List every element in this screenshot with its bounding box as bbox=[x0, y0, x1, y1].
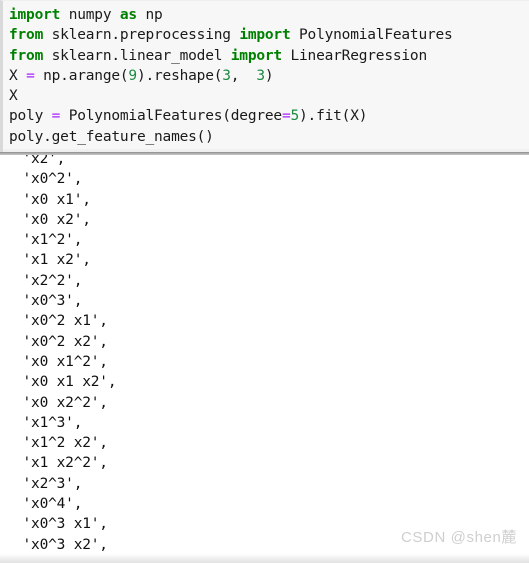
code-token: ) bbox=[264, 67, 274, 84]
code-token-num: 3 bbox=[222, 67, 231, 84]
output-line: 'x0 x1^2', bbox=[14, 353, 109, 370]
output-line: 'x0^2 x1', bbox=[14, 313, 109, 330]
output-line-list: 'x2', 'x0^2', 'x0 x1', 'x0 x2', 'x1^2', … bbox=[0, 155, 529, 555]
code-token-kw: import bbox=[230, 47, 282, 64]
code-line: poly.get_feature_names() bbox=[9, 127, 529, 147]
code-token: , bbox=[230, 67, 248, 84]
code-token-kw: as bbox=[119, 7, 137, 23]
code-token: PolynomialFeatures(degree bbox=[60, 108, 282, 125]
output-line: 'x1^3', bbox=[14, 414, 83, 431]
code-line-list: import numpy as np from sklearn.preproces… bbox=[3, 1, 529, 147]
output-line: 'x0 x2^2', bbox=[14, 394, 109, 411]
code-line: from sklearn.preprocessing import Polyno… bbox=[9, 25, 529, 45]
output-line: 'x1 x2', bbox=[14, 252, 91, 269]
output-line: 'x0^2', bbox=[14, 171, 83, 188]
code-token: X bbox=[9, 88, 18, 105]
code-token: ).fit(X) bbox=[299, 108, 368, 125]
code-token-kw: from bbox=[9, 27, 44, 44]
output-line: 'x0 x1 x2', bbox=[14, 374, 117, 391]
code-line: import numpy as np bbox=[9, 5, 529, 25]
output-line: 'x2^2', bbox=[14, 272, 83, 289]
code-token-op: = bbox=[26, 67, 35, 84]
code-token-op: = bbox=[281, 108, 291, 125]
code-line: poly = PolynomialFeatures(degree=5).fit(… bbox=[9, 106, 529, 126]
output-line: 'x2', bbox=[14, 155, 66, 167]
output-line: 'x1^2 x2', bbox=[14, 435, 109, 452]
code-token: sklearn.preprocessing bbox=[43, 27, 240, 44]
watermark: CSDN @shen麓 bbox=[400, 529, 517, 546]
code-token: LinearRegression bbox=[281, 47, 427, 64]
code-token-kw: import bbox=[239, 27, 291, 44]
code-token: np.arange( bbox=[34, 67, 129, 84]
output-line: 'x2^3', bbox=[14, 475, 83, 492]
code-token: np bbox=[136, 7, 163, 23]
output-line: 'x0^3', bbox=[14, 293, 83, 310]
code-token-num: 9 bbox=[128, 67, 137, 84]
code-token: sklearn.linear_model bbox=[43, 47, 231, 64]
code-token: PolynomialFeatures bbox=[290, 27, 453, 44]
code-token-num: 3 bbox=[247, 67, 265, 84]
code-token: poly bbox=[9, 108, 52, 125]
code-token-op: = bbox=[51, 108, 61, 125]
code-token: X bbox=[9, 67, 27, 84]
output-line: 'x0 x2', bbox=[14, 211, 91, 228]
code-line: from sklearn.linear_model import LinearR… bbox=[9, 46, 529, 66]
code-token: poly.get_feature_names() bbox=[9, 128, 214, 145]
output-line: 'x0^2 x2', bbox=[14, 333, 109, 350]
code-token: numpy bbox=[60, 7, 120, 23]
output-area[interactable]: 'x2', 'x0^2', 'x0 x1', 'x0 x2', 'x1^2', … bbox=[0, 155, 529, 563]
output-horizontal-scrollbar[interactable] bbox=[0, 554, 529, 563]
code-line: X bbox=[9, 86, 529, 106]
output-line: 'x0 x1', bbox=[14, 191, 91, 208]
output-line: 'x1^2', bbox=[14, 232, 83, 249]
code-cell[interactable]: import numpy as np from sklearn.preproces… bbox=[0, 0, 529, 155]
code-token-kw: from bbox=[9, 47, 44, 64]
code-token-kw: import bbox=[9, 7, 61, 23]
code-token: ).reshape( bbox=[136, 67, 223, 84]
output-line: 'x0^4', bbox=[14, 496, 83, 513]
code-line: X = np.arange(9).reshape(3, 3) bbox=[9, 66, 529, 86]
output-line: 'x1 x2^2', bbox=[14, 455, 109, 472]
code-token-num: 5 bbox=[290, 108, 300, 125]
